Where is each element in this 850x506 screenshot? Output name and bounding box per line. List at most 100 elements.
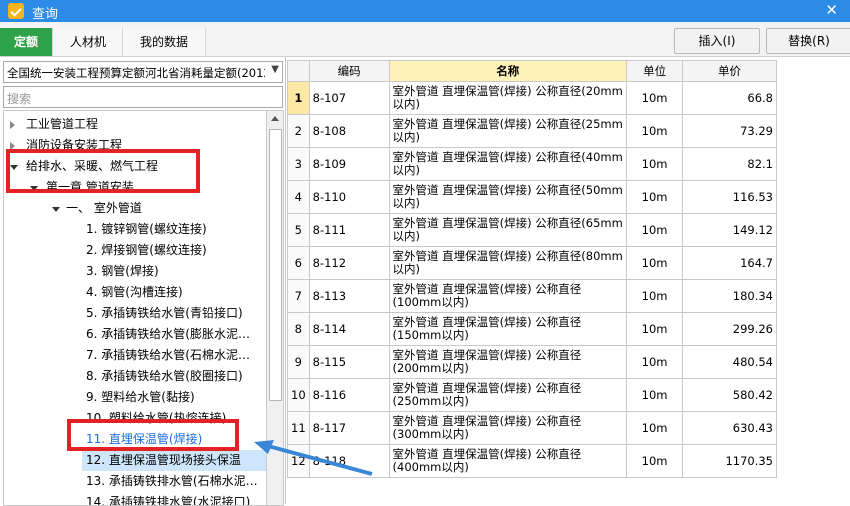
- cell-name[interactable]: 室外管道 直埋保温管(焊接) 公称直径(150mm以内): [388, 312, 628, 346]
- cell-price[interactable]: 66.8: [682, 81, 777, 115]
- row-index: 2: [287, 114, 310, 148]
- table-row[interactable]: 7 8-113 室外管道 直埋保温管(焊接) 公称直径(100mm以内) 10m…: [287, 279, 777, 313]
- header-index: [287, 60, 310, 82]
- cell-unit[interactable]: 10m: [626, 411, 684, 445]
- row-index: 12: [287, 444, 310, 478]
- cell-code[interactable]: 8-109: [308, 147, 390, 181]
- cell-unit[interactable]: 10m: [626, 180, 684, 214]
- tree-leaf[interactable]: 4. 钢管(沟槽连接): [86, 282, 183, 303]
- cell-name[interactable]: 室外管道 直埋保温管(焊接) 公称直径(20mm以内): [388, 81, 628, 115]
- tree-scrollbar[interactable]: [266, 110, 284, 506]
- search-placeholder: 搜索: [7, 92, 32, 106]
- tree-leaf[interactable]: 3. 钢管(焊接): [86, 261, 159, 282]
- table-row[interactable]: 1 8-107 室外管道 直埋保温管(焊接) 公称直径(20mm以内) 10m …: [287, 81, 777, 115]
- collapse-arrow-icon[interactable]: [52, 207, 60, 212]
- cell-name[interactable]: 室外管道 直埋保温管(焊接) 公称直径(65mm以内): [388, 213, 628, 247]
- cell-name[interactable]: 室外管道 直埋保温管(焊接) 公称直径(40mm以内): [388, 147, 628, 181]
- tree-item-industrial-pipe[interactable]: 工业管道工程: [10, 114, 98, 135]
- cell-code[interactable]: 8-115: [308, 345, 390, 379]
- header-name[interactable]: 名称: [388, 60, 628, 82]
- cell-unit[interactable]: 10m: [626, 213, 684, 247]
- table-row[interactable]: 6 8-112 室外管道 直埋保温管(焊接) 公称直径(80mm以内) 10m …: [287, 246, 777, 280]
- cell-name[interactable]: 室外管道 直埋保温管(焊接) 公称直径(400mm以内): [388, 444, 628, 478]
- expand-arrow-icon[interactable]: [10, 121, 15, 129]
- tab-my-data[interactable]: 我的数据: [122, 28, 206, 56]
- header-price[interactable]: 单价: [682, 60, 777, 82]
- cell-unit[interactable]: 10m: [626, 81, 684, 115]
- cell-name[interactable]: 室外管道 直埋保温管(焊接) 公称直径(200mm以内): [388, 345, 628, 379]
- cell-code[interactable]: 8-108: [308, 114, 390, 148]
- replace-button[interactable]: 替换(R): [766, 28, 850, 54]
- cell-price[interactable]: 164.7: [682, 246, 777, 280]
- table-row[interactable]: 2 8-108 室外管道 直埋保温管(焊接) 公称直径(25mm以内) 10m …: [287, 114, 777, 148]
- cell-unit[interactable]: 10m: [626, 312, 684, 346]
- search-input[interactable]: 搜索: [3, 86, 283, 108]
- tab-quota[interactable]: 定额: [0, 28, 52, 56]
- cell-unit[interactable]: 10m: [626, 378, 684, 412]
- insert-button[interactable]: 插入(I): [674, 28, 760, 54]
- header-unit[interactable]: 单位: [626, 60, 684, 82]
- cell-price[interactable]: 82.1: [682, 147, 777, 181]
- scrollbar-thumb[interactable]: [269, 129, 282, 401]
- cell-code[interactable]: 8-117: [308, 411, 390, 445]
- cell-name[interactable]: 室外管道 直埋保温管(焊接) 公称直径(25mm以内): [388, 114, 628, 148]
- cell-price[interactable]: 480.54: [682, 345, 777, 379]
- scroll-up-icon[interactable]: [271, 116, 279, 121]
- tree-leaf[interactable]: 9. 塑料给水管(黏接): [86, 387, 195, 408]
- table-row[interactable]: 10 8-116 室外管道 直埋保温管(焊接) 公称直径(250mm以内) 10…: [287, 378, 777, 412]
- cell-price[interactable]: 180.34: [682, 279, 777, 313]
- cell-price[interactable]: 630.43: [682, 411, 777, 445]
- cell-unit[interactable]: 10m: [626, 246, 684, 280]
- cell-name[interactable]: 室外管道 直埋保温管(焊接) 公称直径(250mm以内): [388, 378, 628, 412]
- cell-code[interactable]: 8-110: [308, 180, 390, 214]
- cell-name[interactable]: 室外管道 直埋保温管(焊接) 公称直径(300mm以内): [388, 411, 628, 445]
- cell-price[interactable]: 580.42: [682, 378, 777, 412]
- cell-code[interactable]: 8-112: [308, 246, 390, 280]
- cell-code[interactable]: 8-116: [308, 378, 390, 412]
- tree-leaf[interactable]: 13. 承插铸铁排水管(石棉水泥…: [86, 471, 258, 492]
- cell-code[interactable]: 8-118: [308, 444, 390, 478]
- tab-labor-material-machine[interactable]: 人材机: [52, 28, 124, 56]
- header-code[interactable]: 编码: [308, 60, 390, 82]
- tree-leaf[interactable]: 2. 焊接钢管(螺纹连接): [86, 240, 207, 261]
- table-row[interactable]: 12 8-118 室外管道 直埋保温管(焊接) 公称直径(400mm以内) 10…: [287, 444, 777, 478]
- cell-price[interactable]: 1170.35: [682, 444, 777, 478]
- cell-name[interactable]: 室外管道 直埋保温管(焊接) 公称直径(100mm以内): [388, 279, 628, 313]
- table-row[interactable]: 4 8-110 室外管道 直埋保温管(焊接) 公称直径(50mm以内) 10m …: [287, 180, 777, 214]
- cell-price[interactable]: 149.12: [682, 213, 777, 247]
- tree-leaf[interactable]: 6. 承插铸铁给水管(膨胀水泥…: [86, 324, 250, 345]
- cell-price[interactable]: 299.26: [682, 312, 777, 346]
- tree-leaf[interactable]: 5. 承插铸铁给水管(青铅接口): [86, 303, 243, 324]
- cell-price[interactable]: 73.29: [682, 114, 777, 148]
- row-index: 1: [287, 81, 310, 115]
- table-row[interactable]: 3 8-109 室外管道 直埋保温管(焊接) 公称直径(40mm以内) 10m …: [287, 147, 777, 181]
- table-row[interactable]: 11 8-117 室外管道 直埋保温管(焊接) 公称直径(300mm以内) 10…: [287, 411, 777, 445]
- cell-code[interactable]: 8-111: [308, 213, 390, 247]
- table-row[interactable]: 9 8-115 室外管道 直埋保温管(焊接) 公称直径(200mm以内) 10m…: [287, 345, 777, 379]
- cell-name[interactable]: 室外管道 直埋保温管(焊接) 公称直径(50mm以内): [388, 180, 628, 214]
- row-index: 6: [287, 246, 310, 280]
- tree-leaf-highlighted[interactable]: 12. 直埋保温管现场接头保温: [82, 450, 267, 471]
- cell-unit[interactable]: 10m: [626, 114, 684, 148]
- tree-leaf[interactable]: 8. 承插铸铁给水管(胶圈接口): [86, 366, 243, 387]
- cell-unit[interactable]: 10m: [626, 444, 684, 478]
- cell-unit[interactable]: 10m: [626, 345, 684, 379]
- tree-leaf[interactable]: 1. 镀锌钢管(螺纹连接): [86, 219, 207, 240]
- cell-code[interactable]: 8-107: [308, 81, 390, 115]
- grid-header: 编码 名称 单位 单价: [287, 60, 777, 82]
- table-row[interactable]: 8 8-114 室外管道 直埋保温管(焊接) 公称直径(150mm以内) 10m…: [287, 312, 777, 346]
- title-bar: 查询 ✕: [0, 0, 850, 22]
- cell-unit[interactable]: 10m: [626, 147, 684, 181]
- cell-code[interactable]: 8-113: [308, 279, 390, 313]
- cell-code[interactable]: 8-114: [308, 312, 390, 346]
- cell-unit[interactable]: 10m: [626, 279, 684, 313]
- cell-price[interactable]: 116.53: [682, 180, 777, 214]
- cell-name[interactable]: 室外管道 直埋保温管(焊接) 公称直径(80mm以内): [388, 246, 628, 280]
- tree-item-outdoor-pipe[interactable]: 一、 室外管道: [52, 198, 142, 219]
- table-row[interactable]: 5 8-111 室外管道 直埋保温管(焊接) 公称直径(65mm以内) 10m …: [287, 213, 777, 247]
- quota-grid[interactable]: 编码 名称 单位 单价 1 8-107 室外管道 直埋保温管(焊接) 公称直径(…: [287, 60, 777, 504]
- close-icon[interactable]: ✕: [825, 1, 838, 19]
- chevron-down-icon[interactable]: ▼: [271, 64, 279, 75]
- quota-library-select[interactable]: 全国统一安装工程预算定额河北省消耗量定额(2012) ▼: [3, 61, 283, 83]
- tree-leaf[interactable]: 7. 承插铸铁给水管(石棉水泥…: [86, 345, 250, 366]
